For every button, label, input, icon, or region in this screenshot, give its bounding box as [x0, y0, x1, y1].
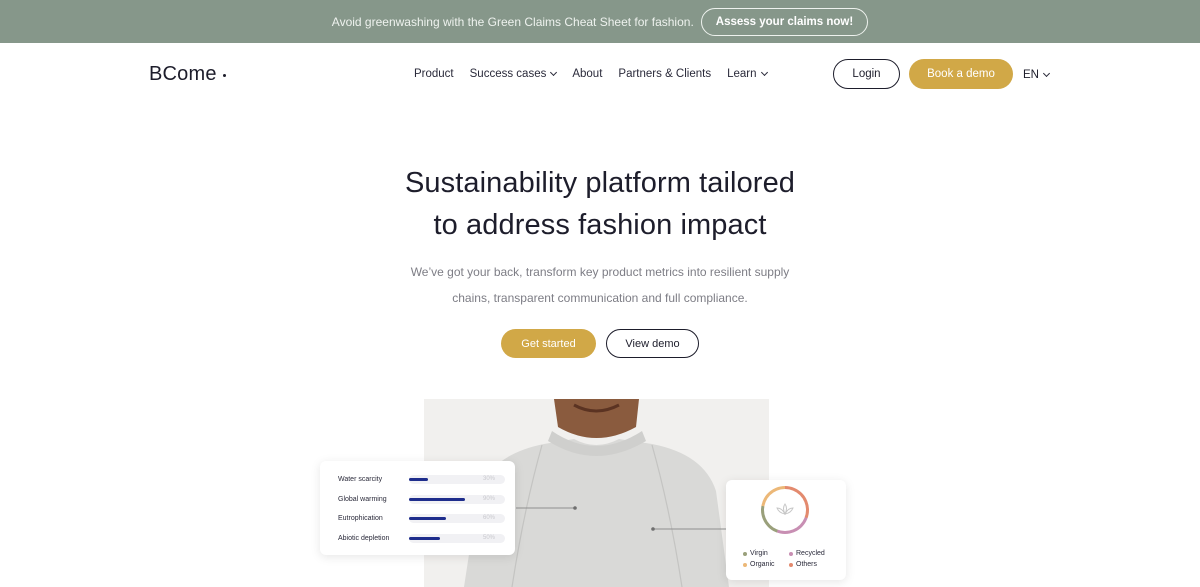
metric-value: 30% — [482, 476, 495, 483]
legend-item: Recycled — [789, 550, 838, 557]
legend-item: Others — [789, 561, 838, 568]
hero-subtitle: We’ve got your back, transform key produ… — [400, 259, 800, 311]
hero-subtitle-line-1: We’ve got your back, transform key produ… — [410, 265, 790, 279]
legend-label: Organic — [750, 561, 775, 568]
composition-legend: Virgin Recycled Organic Others — [743, 550, 838, 568]
metric-bar-track: 60% — [409, 514, 505, 524]
nav-item-success-cases[interactable]: Success cases — [469, 68, 558, 80]
metric-value: 90% — [482, 495, 495, 502]
metric-value: 50% — [482, 534, 495, 541]
metric-row: Abiotic depletion 50% — [338, 529, 515, 549]
nav-label: Product — [414, 68, 454, 80]
composition-ring — [761, 486, 809, 534]
metric-bar-track: 30% — [409, 475, 505, 485]
view-demo-button[interactable]: View demo — [606, 329, 699, 358]
legend-item: Virgin — [743, 550, 789, 557]
language-selector[interactable]: EN — [1023, 69, 1051, 81]
metric-label: Water scarcity — [338, 476, 383, 484]
chevron-down-icon — [760, 68, 768, 77]
metric-row: Water scarcity 30% — [338, 470, 515, 490]
chevron-down-icon — [550, 68, 558, 77]
legend-item: Organic — [743, 561, 789, 568]
metric-bar-track: 90% — [409, 494, 505, 504]
logo[interactable]: BCome — [149, 63, 226, 86]
nav-label: Partners & Clients — [618, 68, 712, 80]
metric-value: 60% — [482, 515, 495, 522]
metric-bar-fill — [409, 536, 440, 540]
metric-bar-fill — [409, 478, 428, 482]
impact-metrics-card: Water scarcity 30% Global warming 90% Eu… — [320, 461, 515, 555]
legend-label: Virgin — [750, 550, 768, 557]
nav-label: About — [572, 68, 603, 80]
legend-label: Recycled — [796, 550, 825, 557]
legend-dot — [789, 562, 793, 567]
materials-composition-card: Virgin Recycled Organic Others — [726, 480, 846, 580]
language-label: EN — [1023, 69, 1039, 81]
metric-label: Eutrophication — [338, 515, 383, 523]
main-nav: Product Success cases About Partners & C… — [414, 68, 768, 80]
legend-dot — [743, 562, 747, 567]
announcement-bar: Avoid greenwashing with the Green Claims… — [0, 0, 1200, 43]
metric-label: Abiotic depletion — [338, 534, 390, 542]
legend-dot — [789, 551, 793, 556]
nav-item-learn[interactable]: Learn — [727, 68, 768, 80]
metric-bar-fill — [409, 497, 465, 501]
hero-title-line-1: Sustainability platform tailored — [404, 167, 796, 199]
hero-title: Sustainability platform tailored to addr… — [0, 162, 1200, 246]
metric-row: Global warming 90% — [338, 490, 515, 510]
announcement-text: Avoid greenwashing with the Green Claims… — [331, 14, 694, 29]
metric-bar-fill — [409, 517, 447, 521]
book-demo-button[interactable]: Book a demo — [909, 59, 1013, 89]
metric-label: Global warming — [338, 495, 387, 503]
nav-item-about[interactable]: About — [572, 68, 602, 80]
login-button[interactable]: Login — [833, 59, 900, 89]
nav-item-product[interactable]: Product — [414, 68, 454, 80]
logo-dot-icon — [222, 74, 226, 77]
hero-subtitle-line-2: chains, transparent communication and fu… — [452, 291, 748, 305]
nav-label: Learn — [727, 68, 757, 80]
lotus-icon — [776, 503, 794, 516]
metric-row: Eutrophication 60% — [338, 509, 515, 529]
legend-label: Others — [796, 561, 818, 568]
chevron-down-icon — [1042, 69, 1051, 78]
logo-text: BCome — [149, 63, 217, 85]
assess-claims-button[interactable]: Assess your claims now! — [700, 7, 869, 36]
metric-bar-track: 50% — [409, 533, 505, 543]
get-started-button[interactable]: Get started — [501, 329, 596, 358]
legend-dot — [743, 551, 747, 556]
nav-item-partners-clients[interactable]: Partners & Clients — [618, 68, 711, 80]
nav-label: Success cases — [469, 68, 547, 80]
hero-title-line-2: to address fashion impact — [433, 209, 767, 241]
site-header: BCome Product Success cases About Partne… — [0, 43, 1200, 107]
